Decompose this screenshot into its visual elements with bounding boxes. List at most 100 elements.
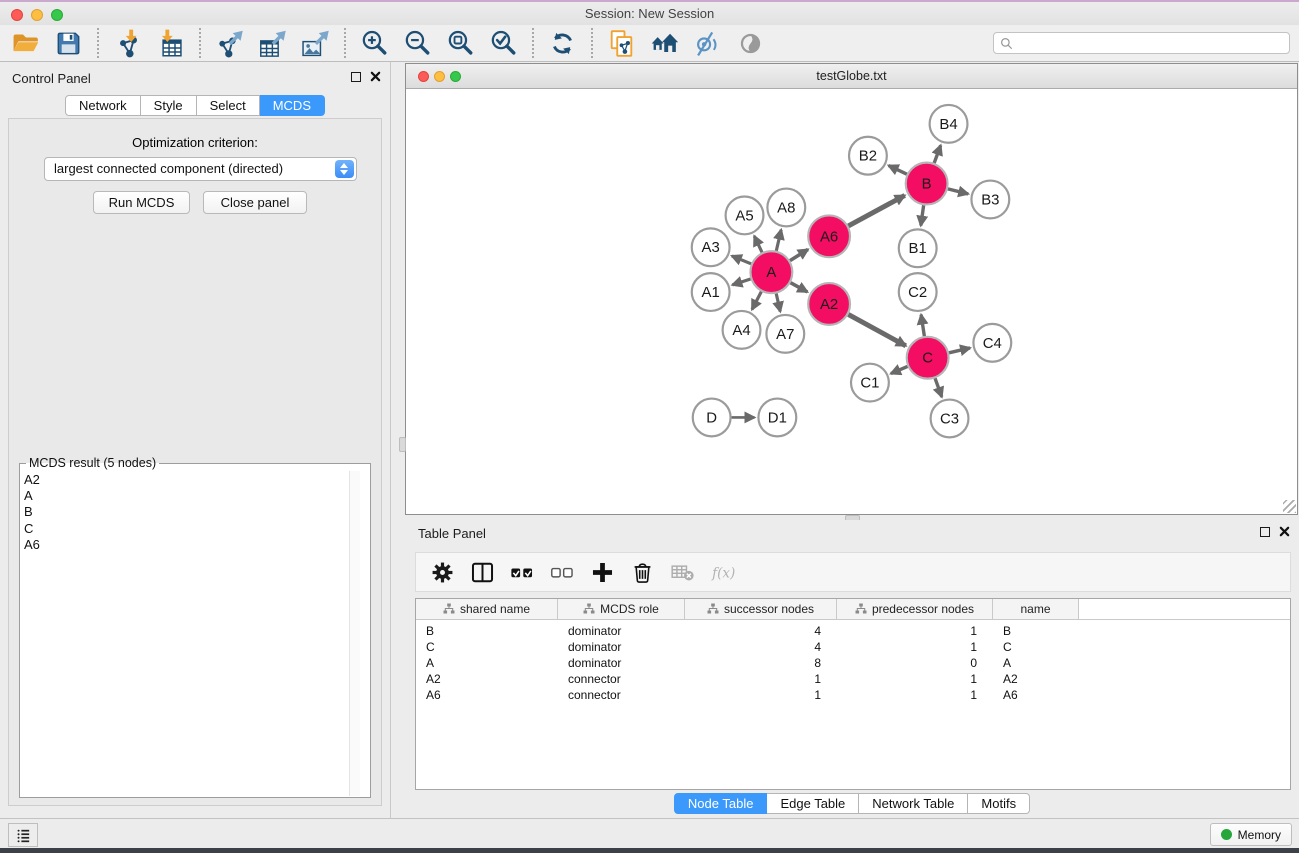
column-header-predecessor-nodes[interactable]: predecessor nodes — [837, 599, 993, 619]
column-header-successor-nodes[interactable]: successor nodes — [685, 599, 837, 619]
graph-node-B2[interactable]: B2 — [849, 137, 887, 175]
network-zoom-button[interactable] — [450, 71, 461, 82]
import-table-button[interactable] — [149, 26, 192, 60]
network-canvas[interactable]: A A1 A2 A3 A4 A5 A6 A7 A8 B B1 B2 B3B4 C C1 C2 C3C4 D D1 — [406, 90, 1297, 514]
tab-mcds[interactable]: MCDS — [260, 95, 325, 116]
tab-select[interactable]: Select — [197, 95, 260, 116]
graph-edge-C-C4[interactable] — [949, 348, 970, 353]
graph-edge-A-A7[interactable] — [776, 293, 780, 311]
graph-edge-C-C3[interactable] — [935, 378, 942, 397]
graph-edge-A-A5[interactable] — [754, 236, 762, 252]
table-row[interactable]: Bdominator41B — [416, 623, 1290, 639]
graph-node-C3[interactable]: C3 — [931, 400, 969, 438]
minimize-window-button[interactable] — [31, 9, 43, 21]
open-file-button[interactable] — [4, 26, 47, 60]
result-scrollbar[interactable] — [349, 471, 360, 796]
graph-edge-B-B2[interactable] — [889, 166, 907, 175]
search-input[interactable] — [1014, 34, 1289, 52]
export-network-button[interactable] — [208, 26, 251, 60]
save-session-button[interactable] — [47, 26, 90, 60]
graph-edge-C-C1[interactable] — [891, 366, 908, 373]
graph-node-B4[interactable]: B4 — [930, 105, 968, 143]
mcds-result-item[interactable]: B — [24, 504, 370, 520]
zoom-out-button[interactable] — [396, 26, 439, 60]
search-box[interactable] — [993, 32, 1290, 54]
export-image-button[interactable] — [294, 26, 337, 60]
mcds-result-item[interactable]: A — [24, 488, 370, 504]
close-window-button[interactable] — [11, 9, 23, 21]
refresh-network-button[interactable] — [541, 26, 584, 60]
memory-button[interactable]: Memory — [1210, 823, 1292, 846]
deselect-all-rows-button[interactable] — [544, 556, 580, 588]
mcds-result-item[interactable]: C — [24, 521, 370, 537]
graph-node-C4[interactable]: C4 — [973, 324, 1011, 362]
export-table-button[interactable] — [251, 26, 294, 60]
close-panel-icon[interactable] — [370, 71, 381, 82]
graph-node-A2[interactable]: A2 — [808, 283, 850, 325]
graph-node-B[interactable]: B — [906, 163, 948, 205]
graph-edge-A-A4[interactable] — [752, 292, 761, 310]
graph-node-D[interactable]: D — [693, 399, 731, 437]
graph-node-D1[interactable]: D1 — [758, 399, 796, 437]
tab-network[interactable]: Network — [65, 95, 141, 116]
tab-edge-table[interactable]: Edge Table — [767, 793, 859, 814]
home-button[interactable] — [643, 26, 686, 60]
graph-edge-C-C2[interactable] — [921, 315, 924, 336]
graph-edge-A-A6[interactable] — [790, 249, 808, 260]
vertical-split-grip[interactable] — [399, 437, 406, 452]
tab-style[interactable]: Style — [141, 95, 197, 116]
table-row[interactable]: Cdominator41C — [416, 639, 1290, 655]
mcds-result-item[interactable]: A6 — [24, 537, 370, 553]
graph-edge-A6-B[interactable] — [848, 195, 904, 225]
close-table-panel-icon[interactable] — [1279, 526, 1290, 537]
tab-motifs[interactable]: Motifs — [968, 793, 1030, 814]
tab-network-table[interactable]: Network Table — [859, 793, 968, 814]
graph-node-C1[interactable]: C1 — [851, 364, 889, 402]
graph-edge-B-B4[interactable] — [934, 145, 940, 163]
network-minimize-button[interactable] — [434, 71, 445, 82]
mcds-result-item[interactable]: A2 — [24, 472, 370, 488]
graph-edge-B-B3[interactable] — [948, 189, 968, 194]
create-column-button[interactable] — [584, 556, 620, 588]
table-settings-button[interactable] — [424, 556, 460, 588]
run-mcds-button[interactable]: Run MCDS — [93, 191, 190, 214]
graph-node-A7[interactable]: A7 — [766, 315, 804, 353]
zoom-window-button[interactable] — [51, 9, 63, 21]
graph-edge-B-B1[interactable] — [921, 205, 924, 225]
select-all-rows-button[interactable] — [504, 556, 540, 588]
zoom-fit-button[interactable] — [439, 26, 482, 60]
tab-node-table[interactable]: Node Table — [674, 793, 768, 814]
graph-node-A3[interactable]: A3 — [692, 228, 730, 266]
table-row[interactable]: Adominator80A — [416, 655, 1290, 671]
show-panels-button[interactable] — [729, 26, 772, 60]
window-resize-grip[interactable] — [1283, 500, 1296, 513]
graph-node-C2[interactable]: C2 — [899, 273, 937, 311]
graph-node-A1[interactable]: A1 — [692, 273, 730, 311]
column-header-shared-name[interactable]: shared name — [416, 599, 558, 619]
graph-edge-A-A8[interactable] — [776, 230, 781, 251]
criterion-select[interactable]: largest connected component (directed) — [44, 157, 357, 181]
graph-edge-A2-C[interactable] — [848, 314, 905, 345]
graph-node-A6[interactable]: A6 — [808, 215, 850, 257]
zoom-selected-button[interactable] — [482, 26, 525, 60]
graph-edge-A-A1[interactable] — [732, 279, 750, 285]
close-panel-button[interactable]: Close panel — [203, 191, 307, 214]
column-header-MCDS-role[interactable]: MCDS role — [558, 599, 685, 619]
table-row[interactable]: A2connector11A2 — [416, 671, 1290, 687]
graph-node-B3[interactable]: B3 — [971, 181, 1009, 219]
graph-node-A5[interactable]: A5 — [726, 196, 764, 234]
toggle-columns-button[interactable] — [464, 556, 500, 588]
float-table-panel-icon[interactable] — [1260, 527, 1270, 537]
delete-column-button[interactable] — [624, 556, 660, 588]
clone-network-button[interactable] — [600, 26, 643, 60]
graph-node-B1[interactable]: B1 — [899, 229, 937, 267]
graph-node-A8[interactable]: A8 — [767, 189, 805, 227]
graph-node-A[interactable]: A — [750, 251, 792, 293]
graph-node-C[interactable]: C — [907, 337, 949, 379]
graph-node-A4[interactable]: A4 — [723, 311, 761, 349]
task-history-button[interactable] — [8, 823, 38, 847]
float-panel-icon[interactable] — [351, 72, 361, 82]
table-row[interactable]: A6connector11A6 — [416, 687, 1290, 703]
graph-edge-A-A3[interactable] — [732, 256, 751, 264]
column-header-name[interactable]: name — [993, 599, 1079, 619]
